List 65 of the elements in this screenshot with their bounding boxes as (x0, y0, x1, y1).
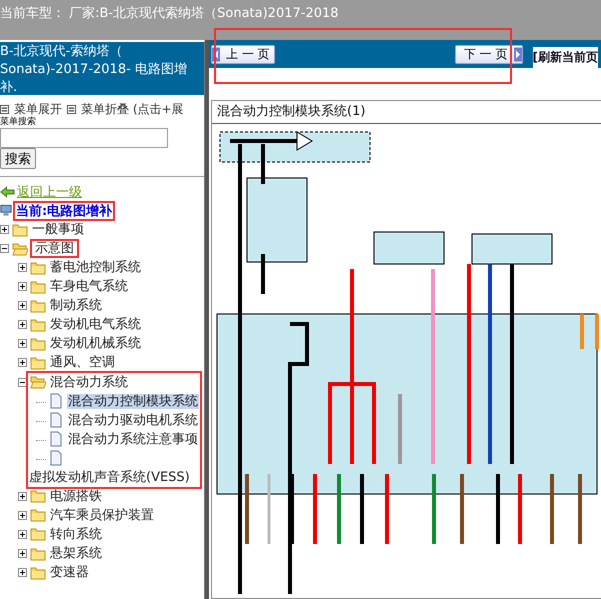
refresh-page-link[interactable]: [刷新当前页 (532, 47, 598, 68)
current-location-text: 当前:电路图增补 (14, 202, 114, 220)
folder-icon (30, 278, 46, 295)
tree-item[interactable]: 混合动力系统 (49, 374, 129, 390)
tree-item[interactable]: 通风、空调 (49, 355, 116, 370)
folder-icon (30, 316, 46, 333)
search-button[interactable]: 搜索 (0, 148, 36, 169)
plus-icon[interactable] (18, 530, 27, 539)
tree-item[interactable]: 发动机电气系统 (49, 317, 142, 332)
folder-icon (30, 546, 46, 562)
tree-item[interactable]: 转向系统 (49, 526, 103, 542)
tree-item[interactable]: 电源搭铁 (49, 488, 103, 504)
tree-item[interactable]: 混合动力控制模块系统 (67, 394, 199, 409)
document-icon (48, 412, 64, 428)
tree-item[interactable]: 汽车乘员保护装置 (49, 508, 155, 523)
plus-icon[interactable] (18, 320, 27, 330)
plus-icon[interactable] (18, 358, 27, 368)
folder-icon (30, 564, 46, 581)
tree-item[interactable]: 变速器 (49, 565, 90, 580)
menu-action-link[interactable]: 菜单折叠 (点击+展 (81, 101, 184, 117)
plus-icon[interactable] (18, 549, 27, 558)
next-page-button[interactable]: 下 一 页 (454, 44, 523, 64)
open-folder-icon (30, 374, 46, 390)
document-icon (48, 431, 64, 448)
tree-item[interactable]: 示意图 (31, 240, 78, 258)
tree-item[interactable]: 虚拟发动机声音系统(VESS) (28, 470, 191, 485)
tree-item[interactable]: 混合动力驱动电机系统 (67, 412, 199, 428)
left-arrow-icon (0, 186, 15, 198)
plus-icon[interactable] (18, 263, 27, 272)
folder-icon (12, 222, 28, 238)
tree-item[interactable]: 发动机机械系统 (49, 336, 142, 352)
tree-item[interactable]: 悬架系统 (49, 546, 103, 561)
plus-icon[interactable] (18, 492, 27, 501)
folder-icon (30, 354, 46, 371)
plus-icon[interactable] (18, 282, 27, 292)
plus-icon[interactable] (18, 301, 27, 310)
plus-icon[interactable] (18, 568, 27, 578)
computer-icon (0, 204, 12, 217)
vehicle-model-text: 当前车型： 厂家:B-北京现代索纳塔（Sonata)2017-2018 (0, 6, 339, 21)
tree-item[interactable]: 一般事项 (31, 222, 85, 237)
folder-icon (30, 526, 46, 542)
document-icon (48, 393, 64, 410)
document-icon (48, 450, 64, 466)
document-title: 混合动力控制模块系统(1) (212, 101, 601, 124)
open-folder-icon (12, 240, 28, 257)
plus-icon[interactable] (18, 339, 27, 348)
menu-icon (67, 104, 76, 114)
folder-icon (30, 260, 46, 276)
previous-page-button[interactable]: 上 一 页 (211, 44, 275, 64)
plus-icon[interactable] (0, 225, 9, 234)
search-label: 菜单搜索 (0, 117, 37, 128)
plus-icon[interactable] (18, 510, 27, 520)
menu-action-link[interactable]: 菜单展开 (14, 101, 62, 117)
folder-icon (30, 488, 46, 504)
tree-item[interactable]: 混合动力系统注意事项 (67, 432, 199, 447)
sidebar-title: B-北京现代-索纳塔（ Sonata)-2017-2018- 电路图增补. (0, 42, 204, 95)
minus-icon[interactable] (0, 244, 9, 254)
folder-icon (30, 507, 46, 524)
tree-item[interactable]: 车身电气系统 (49, 279, 129, 294)
minus-icon[interactable] (18, 378, 27, 386)
folder-icon (30, 336, 46, 352)
tree-item[interactable]: 制动系统 (49, 298, 103, 314)
search-field[interactable] (0, 128, 168, 148)
folder-icon (30, 298, 46, 314)
tree-item[interactable]: 蓄电池控制系统 (49, 260, 142, 276)
